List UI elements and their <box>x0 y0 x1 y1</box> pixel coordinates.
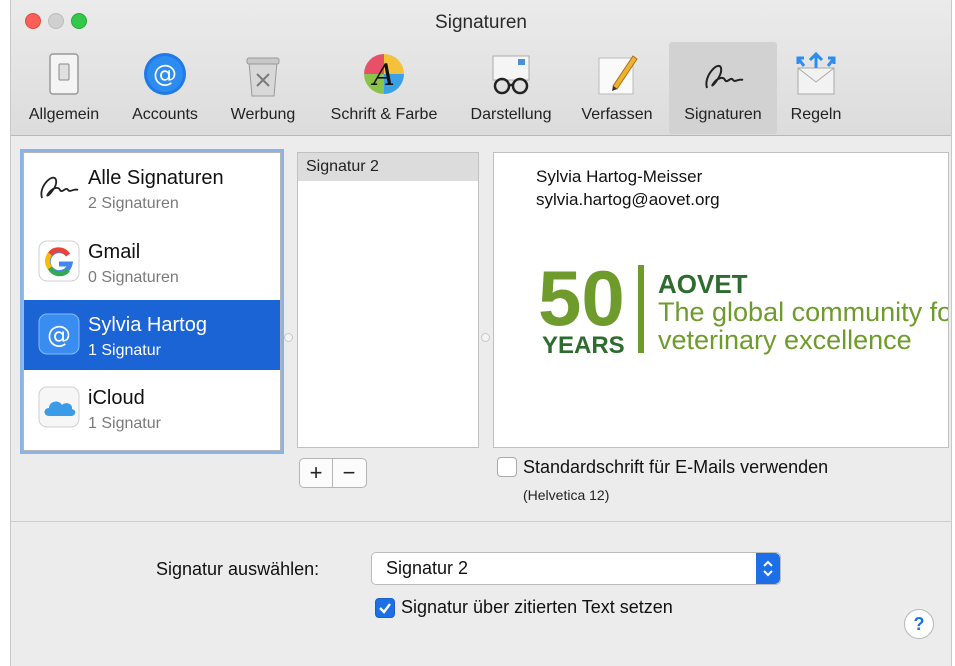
at-icon: @ <box>38 313 80 355</box>
trash-icon <box>246 57 280 97</box>
account-item-gmail[interactable]: Gmail 0 Signaturen <box>24 227 280 297</box>
default-font-label: Standardschrift für E-Mails verwenden <box>523 457 829 477</box>
signature-icon <box>40 176 79 199</box>
tab-allgemein[interactable]: Allgemein <box>17 42 111 134</box>
help-button[interactable]: ? <box>904 609 934 639</box>
aovet-logo: 50 YEARS AOVET The global community fo v… <box>538 261 949 357</box>
signature-item[interactable]: Signatur 2 <box>298 153 478 181</box>
logo-brand: AOVET <box>658 269 748 299</box>
tab-signaturen[interactable]: Signaturen <box>669 42 777 134</box>
tab-verfassen[interactable]: Verfassen <box>569 42 665 134</box>
separator <box>11 521 951 522</box>
svg-text:@: @ <box>153 60 177 88</box>
choose-signature-select[interactable]: Signatur 2 <box>371 552 781 585</box>
font-color-icon: A <box>364 54 404 94</box>
glasses-icon <box>492 55 530 95</box>
titlebar: Signaturen Allgemein @ Accounts Werbung … <box>11 0 951 136</box>
account-item-alle-signaturen[interactable]: Alle Signaturen 2 Signaturen <box>24 153 280 223</box>
google-icon <box>38 240 80 282</box>
choose-signature-label: Signatur auswählen: <box>156 559 320 579</box>
add-signature-button[interactable]: + <box>300 459 333 487</box>
tab-regeln[interactable]: Regeln <box>779 42 853 134</box>
rules-icon <box>796 51 836 95</box>
add-remove-control: + − <box>299 458 367 488</box>
place-above-quote-checkbox[interactable] <box>375 598 395 618</box>
split-handle[interactable] <box>481 333 490 342</box>
place-above-quote-label: Signatur über zitierten Text setzen <box>401 597 673 617</box>
tab-werbung[interactable]: Werbung <box>217 42 309 134</box>
svg-text:@: @ <box>47 321 71 349</box>
logo-number: 50 <box>538 261 625 342</box>
updown-chevron-icon <box>756 553 780 584</box>
tab-accounts[interactable]: @ Accounts <box>115 42 215 134</box>
pencil-icon <box>598 55 638 95</box>
toolbar: Allgemein @ Accounts Werbung A Schrift &… <box>11 42 951 134</box>
signature-list[interactable]: Signatur 2 <box>297 152 479 448</box>
signature-icon <box>705 65 744 89</box>
remove-signature-button[interactable]: − <box>333 459 365 487</box>
cloud-icon <box>38 386 80 428</box>
account-list[interactable]: Alle Signaturen 2 Signaturen Gmail 0 Sig… <box>23 152 281 451</box>
account-item-sylvia-hartog[interactable]: @ Sylvia Hartog 1 Signatur <box>24 300 280 370</box>
split-handle[interactable] <box>284 333 293 342</box>
logo-tagline-2: veterinary excellence <box>658 325 912 355</box>
default-font-checkbox[interactable] <box>497 457 517 477</box>
logo-years: YEARS <box>542 332 625 357</box>
logo-tagline-1: The global community fo <box>658 297 949 327</box>
default-font-hint: (Helvetica 12) <box>523 487 610 503</box>
switch-icon <box>49 53 79 95</box>
tab-schrift-farbe[interactable]: A Schrift & Farbe <box>313 42 455 134</box>
at-icon: @ <box>144 53 186 95</box>
window-title: Signaturen <box>435 12 527 33</box>
account-item-icloud[interactable]: iCloud 1 Signatur <box>24 373 280 443</box>
tab-darstellung[interactable]: Darstellung <box>457 42 565 134</box>
signature-editor[interactable]: Sylvia Hartog-Meisser sylvia.hartog@aove… <box>493 152 949 448</box>
svg-text:A: A <box>370 58 395 93</box>
checkmark-icon <box>379 603 391 614</box>
preferences-window: Signaturen Allgemein @ Accounts Werbung … <box>10 0 952 666</box>
